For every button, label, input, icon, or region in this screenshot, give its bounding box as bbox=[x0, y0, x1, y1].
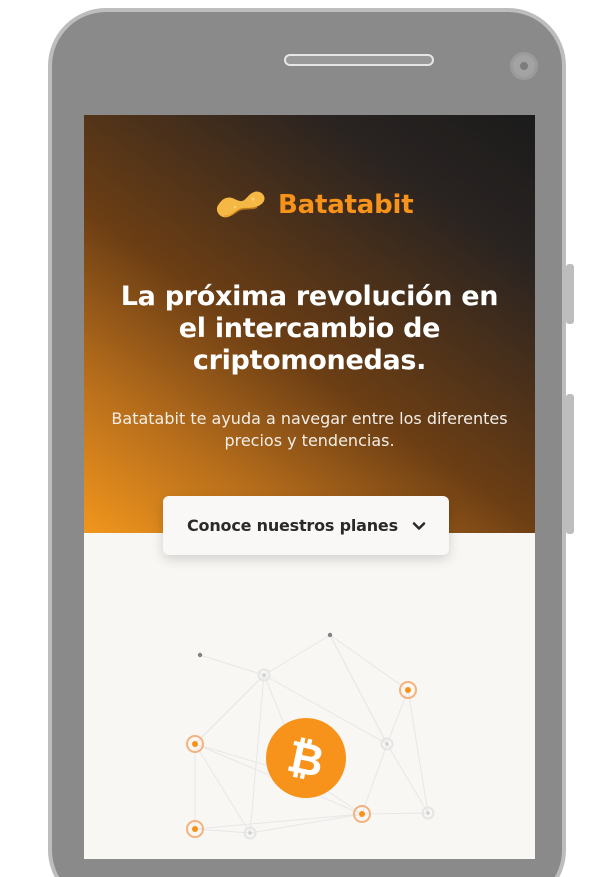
hero-title: La próxima revolución en el intercambio … bbox=[120, 281, 499, 376]
mobile-screen: Batatabit La próxima revolución en el in… bbox=[84, 115, 535, 859]
hero-subtitle: Batatabit te ayuda a navegar entre los d… bbox=[111, 409, 508, 450]
brand-name: Batatabit bbox=[278, 190, 414, 220]
brand-logo[interactable]: Batatabit bbox=[214, 188, 414, 222]
plans-dropdown-button[interactable]: Conoce nuestros planes bbox=[163, 496, 449, 555]
potato-logo-icon bbox=[216, 191, 265, 218]
plans-button-label: Conoce nuestros planes bbox=[187, 516, 398, 535]
hero-section: Batatabit La próxima revolución en el in… bbox=[84, 115, 535, 533]
speaker-grille bbox=[284, 54, 434, 66]
power-button bbox=[566, 264, 574, 324]
chevron-down-icon bbox=[412, 521, 426, 530]
front-camera bbox=[510, 52, 538, 80]
bitcoin-icon: ₿ bbox=[266, 718, 346, 798]
volume-button bbox=[566, 394, 574, 534]
bitcoin-network-illustration: ₿ bbox=[186, 632, 435, 840]
page: Batatabit La próxima revolución en el in… bbox=[0, 0, 609, 877]
